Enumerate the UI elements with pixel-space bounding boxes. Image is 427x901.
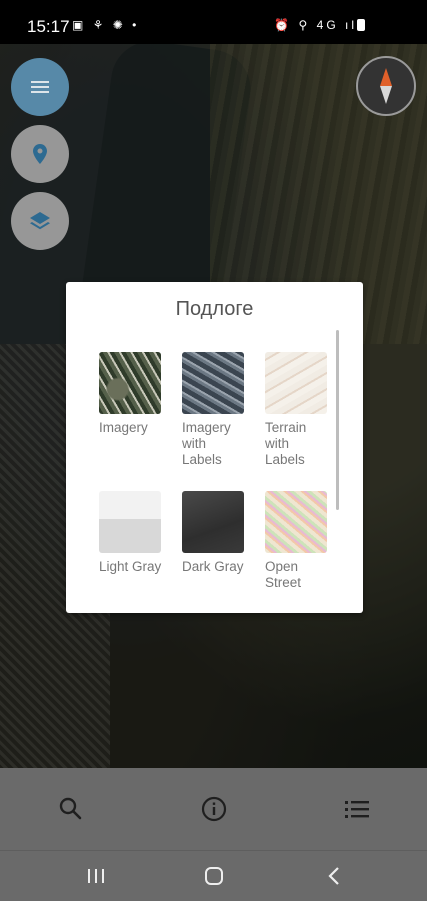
back-button[interactable] — [321, 864, 347, 888]
compass-icon — [380, 68, 392, 104]
info-icon — [201, 796, 227, 822]
basemap-tile-terrain[interactable]: Terrain with Labels — [265, 352, 329, 468]
list-button[interactable] — [340, 792, 374, 826]
tile-label: Open Street — [265, 559, 302, 590]
basemap-tile-dark-gray[interactable]: Dark Gray — [182, 491, 246, 575]
open-street-thumbnail — [265, 491, 327, 553]
list-icon — [345, 801, 369, 818]
recents-button[interactable] — [83, 864, 109, 888]
info-button[interactable] — [197, 792, 231, 826]
status-right-icons: ⏰ ⚲ 4G ıl — [274, 18, 357, 32]
imagery-labels-thumbnail — [182, 352, 244, 414]
tile-label: Dark Gray — [182, 559, 244, 574]
location-pin-icon — [33, 144, 47, 164]
basemap-tile-light-gray[interactable]: Light Gray — [99, 491, 163, 575]
recents-icon — [88, 869, 104, 883]
home-button[interactable] — [201, 864, 227, 888]
status-left-icons: ▣ ⚘ ✺ • — [72, 18, 140, 32]
light-gray-thumbnail — [99, 491, 161, 553]
imagery-thumbnail — [99, 352, 161, 414]
basemap-tile-imagery-labels[interactable]: Imagery with Labels — [182, 352, 246, 468]
terrain-thumbnail — [265, 352, 327, 414]
menu-button[interactable] — [11, 58, 69, 116]
bottom-toolbar — [0, 768, 427, 850]
menu-icon — [31, 81, 49, 93]
location-button[interactable] — [11, 125, 69, 183]
layers-icon — [30, 212, 50, 230]
home-icon — [205, 867, 223, 885]
layers-button[interactable] — [11, 192, 69, 250]
search-icon — [59, 797, 82, 820]
system-nav-bar — [0, 850, 427, 901]
status-time: 15:17 — [27, 17, 70, 36]
dialog-title: Подлоге — [175, 298, 254, 320]
basemap-tile-open-street[interactable]: Open Street — [265, 491, 329, 591]
tile-label: Imagery — [99, 420, 148, 435]
tile-label: Light Gray — [99, 559, 162, 574]
compass-button[interactable] — [356, 56, 416, 116]
dark-gray-thumbnail — [182, 491, 244, 553]
search-button[interactable] — [54, 792, 88, 826]
tile-label: Imagery with Labels — [182, 420, 231, 467]
dialog-scrollbar[interactable] — [336, 330, 339, 510]
basemap-dialog: Подлоге Imagery Imagery with Labels Terr… — [66, 282, 363, 613]
basemap-tile-imagery[interactable]: Imagery — [99, 352, 163, 436]
back-icon — [328, 867, 339, 885]
status-bar: 15:17 ▣ ⚘ ✺ • ⏰ ⚲ 4G ıl — [0, 0, 427, 44]
battery-icon — [357, 19, 365, 31]
tile-label: Terrain with Labels — [265, 420, 307, 467]
